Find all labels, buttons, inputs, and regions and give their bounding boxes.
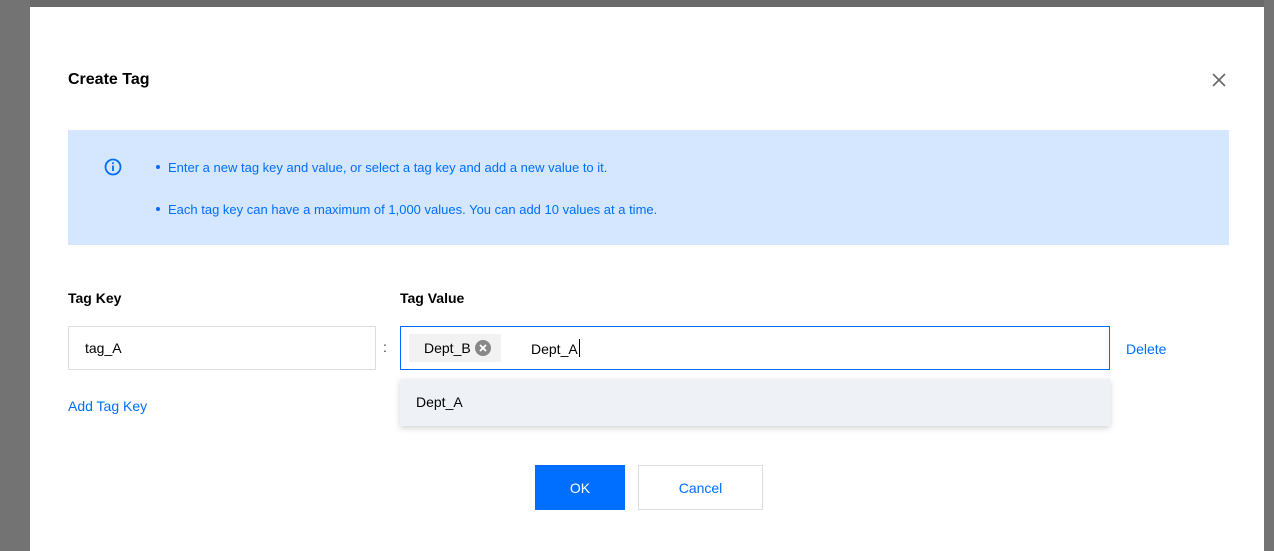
overlay-right xyxy=(1264,0,1274,551)
cancel-button[interactable]: Cancel xyxy=(638,465,763,510)
dialog-title: Create Tag xyxy=(68,71,150,88)
tag-value-label: Tag Value xyxy=(400,290,465,306)
overlay-top xyxy=(0,0,1274,7)
tag-key-input[interactable]: tag_A xyxy=(68,326,376,370)
tag-key-label: Tag Key xyxy=(68,290,122,306)
info-icon xyxy=(104,158,122,176)
delete-link[interactable]: Delete xyxy=(1126,341,1166,357)
bullet-icon xyxy=(156,164,160,169)
typed-text[interactable]: Dept_A xyxy=(531,339,580,357)
create-tag-dialog: Create Tag Enter a new tag key and value… xyxy=(30,7,1264,551)
dropdown-option[interactable]: Dept_A xyxy=(400,379,1110,426)
notice-line: Each tag key can have a maximum of 1,000… xyxy=(156,202,657,217)
value-suggestion-dropdown: Dept_A xyxy=(400,379,1110,426)
ok-button[interactable]: OK xyxy=(535,465,625,510)
add-tag-key-link[interactable]: Add Tag Key xyxy=(68,398,147,414)
notice-line: Enter a new tag key and value, or select… xyxy=(156,160,607,175)
info-notice: Enter a new tag key and value, or select… xyxy=(68,130,1229,245)
tag-value-chip: Dept_B xyxy=(409,334,501,362)
chip-remove-icon[interactable] xyxy=(474,340,491,356)
tag-value-input[interactable]: Dept_B Dept_A xyxy=(400,326,1110,370)
text-caret xyxy=(578,339,580,357)
key-value-separator: : xyxy=(383,339,387,355)
bullet-icon xyxy=(156,206,160,211)
overlay-left xyxy=(0,0,30,551)
chip-label: Dept_B xyxy=(424,340,471,356)
close-icon[interactable] xyxy=(1207,68,1231,92)
